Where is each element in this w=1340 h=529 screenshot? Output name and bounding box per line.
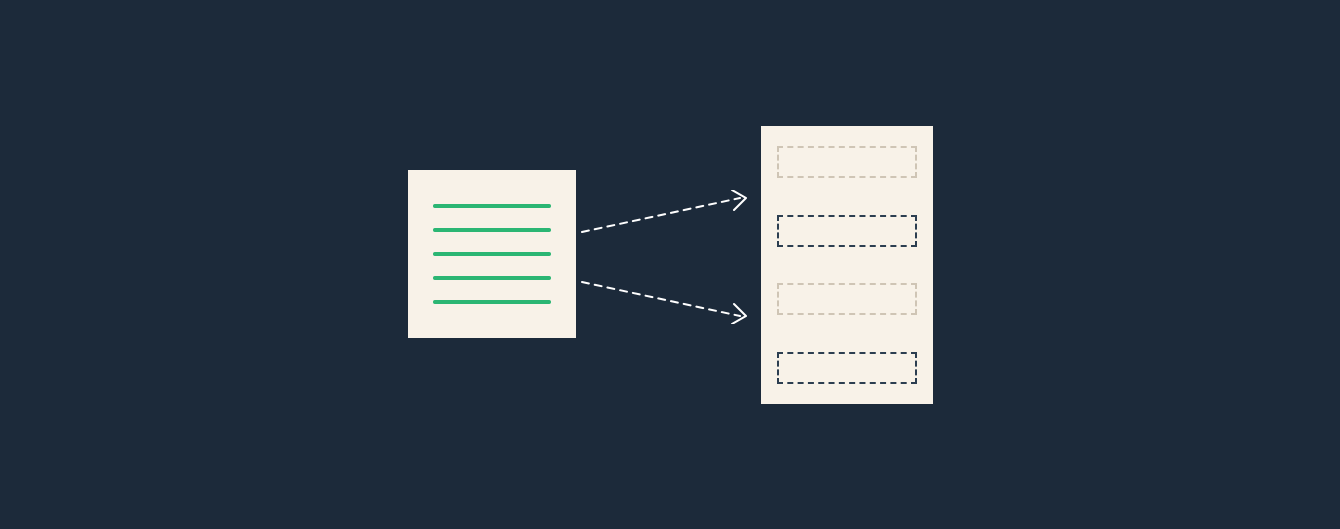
source-content-line: [433, 252, 551, 256]
target-slot-2: [777, 215, 917, 247]
target-slot-4: [777, 352, 917, 384]
source-content-line: [433, 204, 551, 208]
source-content-line: [433, 276, 551, 280]
source-document: [408, 170, 576, 338]
source-content-line: [433, 228, 551, 232]
target-slot-3: [777, 283, 917, 315]
target-slot-1: [777, 146, 917, 178]
target-document: [761, 126, 933, 404]
dashed-arrow-bottom: [580, 278, 760, 324]
dashed-arrow-top: [580, 190, 760, 236]
source-content-line: [433, 300, 551, 304]
